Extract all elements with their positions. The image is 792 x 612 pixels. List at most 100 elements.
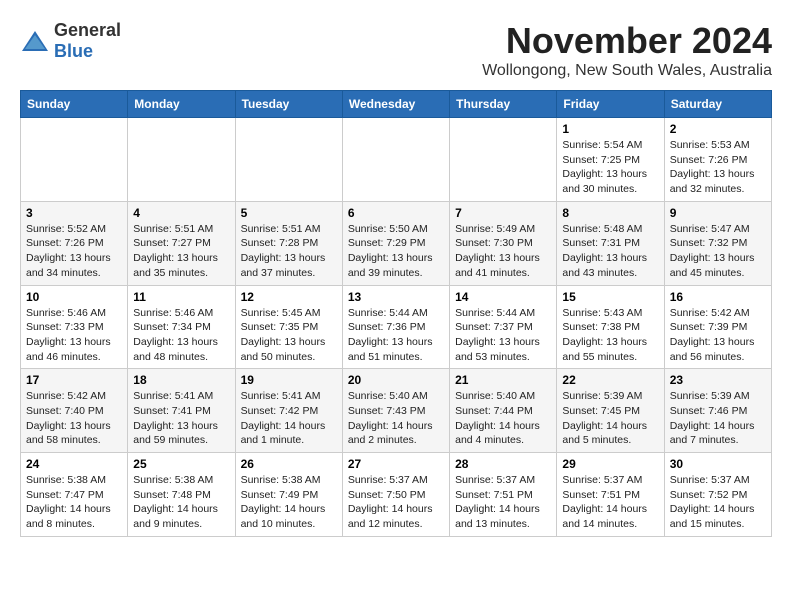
calendar-cell xyxy=(21,118,128,202)
day-number: 28 xyxy=(455,457,551,471)
day-number: 24 xyxy=(26,457,122,471)
day-info: Sunrise: 5:41 AM Sunset: 7:41 PM Dayligh… xyxy=(133,389,229,448)
calendar-cell: 29 Sunrise: 5:37 AM Sunset: 7:51 PM Dayli… xyxy=(557,453,664,537)
day-number: 5 xyxy=(241,206,337,220)
day-number: 3 xyxy=(26,206,122,220)
day-info: Sunrise: 5:44 AM Sunset: 7:36 PM Dayligh… xyxy=(348,306,444,365)
calendar-cell: 3 Sunrise: 5:52 AM Sunset: 7:26 PM Daylig… xyxy=(21,201,128,285)
day-number: 9 xyxy=(670,206,766,220)
day-info: Sunrise: 5:40 AM Sunset: 7:43 PM Dayligh… xyxy=(348,389,444,448)
day-info: Sunrise: 5:37 AM Sunset: 7:50 PM Dayligh… xyxy=(348,473,444,532)
weekday-header-thursday: Thursday xyxy=(450,91,557,118)
weekday-header-row: SundayMondayTuesdayWednesdayThursdayFrid… xyxy=(21,91,772,118)
calendar-cell: 22 Sunrise: 5:39 AM Sunset: 7:45 PM Dayli… xyxy=(557,369,664,453)
calendar-cell: 19 Sunrise: 5:41 AM Sunset: 7:42 PM Dayli… xyxy=(235,369,342,453)
calendar-cell xyxy=(128,118,235,202)
calendar-week-2: 3 Sunrise: 5:52 AM Sunset: 7:26 PM Daylig… xyxy=(21,201,772,285)
day-number: 14 xyxy=(455,290,551,304)
day-number: 13 xyxy=(348,290,444,304)
calendar-cell: 9 Sunrise: 5:47 AM Sunset: 7:32 PM Daylig… xyxy=(664,201,771,285)
day-number: 20 xyxy=(348,373,444,387)
calendar-cell: 11 Sunrise: 5:46 AM Sunset: 7:34 PM Dayli… xyxy=(128,285,235,369)
calendar-cell: 18 Sunrise: 5:41 AM Sunset: 7:41 PM Dayli… xyxy=(128,369,235,453)
day-info: Sunrise: 5:37 AM Sunset: 7:52 PM Dayligh… xyxy=(670,473,766,532)
day-info: Sunrise: 5:43 AM Sunset: 7:38 PM Dayligh… xyxy=(562,306,658,365)
day-number: 1 xyxy=(562,122,658,136)
location-title: Wollongong, New South Wales, Australia xyxy=(482,62,772,80)
day-info: Sunrise: 5:39 AM Sunset: 7:46 PM Dayligh… xyxy=(670,389,766,448)
calendar-cell: 4Sunrise: 5:51 AM Sunset: 7:27 PM Daylig… xyxy=(128,201,235,285)
calendar-cell: 25 Sunrise: 5:38 AM Sunset: 7:48 PM Dayli… xyxy=(128,453,235,537)
day-number: 23 xyxy=(670,373,766,387)
day-number: 22 xyxy=(562,373,658,387)
day-number: 29 xyxy=(562,457,658,471)
calendar-week-5: 24 Sunrise: 5:38 AM Sunset: 7:47 PM Dayli… xyxy=(21,453,772,537)
day-number: 16 xyxy=(670,290,766,304)
calendar-cell: 16 Sunrise: 5:42 AM Sunset: 7:39 PM Dayli… xyxy=(664,285,771,369)
day-info: Sunrise: 5:46 AM Sunset: 7:34 PM Dayligh… xyxy=(133,306,229,365)
calendar-cell: 15 Sunrise: 5:43 AM Sunset: 7:38 PM Dayli… xyxy=(557,285,664,369)
day-info: Sunrise: 5:38 AM Sunset: 7:47 PM Dayligh… xyxy=(26,473,122,532)
calendar-cell: 7 Sunrise: 5:49 AM Sunset: 7:30 PM Daylig… xyxy=(450,201,557,285)
day-info: Sunrise: 5:52 AM Sunset: 7:26 PM Dayligh… xyxy=(26,222,122,281)
day-info: Sunrise: 5:41 AM Sunset: 7:42 PM Dayligh… xyxy=(241,389,337,448)
day-info: Sunrise: 5:38 AM Sunset: 7:48 PM Dayligh… xyxy=(133,473,229,532)
title-section: November 2024 Wollongong, New South Wale… xyxy=(482,20,772,80)
weekday-header-friday: Friday xyxy=(557,91,664,118)
calendar-cell: 24 Sunrise: 5:38 AM Sunset: 7:47 PM Dayli… xyxy=(21,453,128,537)
calendar-cell xyxy=(342,118,449,202)
day-info: Sunrise: 5:51 AM Sunset: 7:28 PM Dayligh… xyxy=(241,222,337,281)
day-number: 27 xyxy=(348,457,444,471)
day-info: Sunrise: 5:44 AM Sunset: 7:37 PM Dayligh… xyxy=(455,306,551,365)
calendar-cell: 28 Sunrise: 5:37 AM Sunset: 7:51 PM Dayli… xyxy=(450,453,557,537)
logo-general: General xyxy=(54,20,121,40)
calendar-table: SundayMondayTuesdayWednesdayThursdayFrid… xyxy=(20,90,772,537)
calendar-cell xyxy=(235,118,342,202)
calendar-cell xyxy=(450,118,557,202)
day-info: Sunrise: 5:50 AM Sunset: 7:29 PM Dayligh… xyxy=(348,222,444,281)
day-info: Sunrise: 5:37 AM Sunset: 7:51 PM Dayligh… xyxy=(455,473,551,532)
day-info: Sunrise: 5:37 AM Sunset: 7:51 PM Dayligh… xyxy=(562,473,658,532)
day-info: Sunrise: 5:47 AM Sunset: 7:32 PM Dayligh… xyxy=(670,222,766,281)
day-info: Sunrise: 5:39 AM Sunset: 7:45 PM Dayligh… xyxy=(562,389,658,448)
calendar-cell: 23 Sunrise: 5:39 AM Sunset: 7:46 PM Dayli… xyxy=(664,369,771,453)
day-number: 17 xyxy=(26,373,122,387)
day-number: 7 xyxy=(455,206,551,220)
calendar-cell: 12Sunrise: 5:45 AM Sunset: 7:35 PM Dayli… xyxy=(235,285,342,369)
day-info: Sunrise: 5:49 AM Sunset: 7:30 PM Dayligh… xyxy=(455,222,551,281)
calendar-cell: 10Sunrise: 5:46 AM Sunset: 7:33 PM Dayli… xyxy=(21,285,128,369)
day-number: 21 xyxy=(455,373,551,387)
weekday-header-wednesday: Wednesday xyxy=(342,91,449,118)
day-number: 18 xyxy=(133,373,229,387)
day-number: 11 xyxy=(133,290,229,304)
calendar-cell: 27 Sunrise: 5:37 AM Sunset: 7:50 PM Dayli… xyxy=(342,453,449,537)
day-number: 26 xyxy=(241,457,337,471)
calendar-cell: 30Sunrise: 5:37 AM Sunset: 7:52 PM Dayli… xyxy=(664,453,771,537)
day-number: 15 xyxy=(562,290,658,304)
day-info: Sunrise: 5:53 AM Sunset: 7:26 PM Dayligh… xyxy=(670,138,766,197)
weekday-header-saturday: Saturday xyxy=(664,91,771,118)
day-number: 6 xyxy=(348,206,444,220)
logo-icon xyxy=(20,29,50,53)
weekday-header-monday: Monday xyxy=(128,91,235,118)
calendar-cell: 1 Sunrise: 5:54 AM Sunset: 7:25 PM Daylig… xyxy=(557,118,664,202)
day-info: Sunrise: 5:42 AM Sunset: 7:40 PM Dayligh… xyxy=(26,389,122,448)
day-number: 25 xyxy=(133,457,229,471)
calendar-week-4: 17 Sunrise: 5:42 AM Sunset: 7:40 PM Dayli… xyxy=(21,369,772,453)
logo-blue: Blue xyxy=(54,41,93,61)
calendar-cell: 5 Sunrise: 5:51 AM Sunset: 7:28 PM Daylig… xyxy=(235,201,342,285)
day-info: Sunrise: 5:45 AM Sunset: 7:35 PM Dayligh… xyxy=(241,306,337,365)
logo-text: General Blue xyxy=(54,20,121,62)
calendar-cell: 14 Sunrise: 5:44 AM Sunset: 7:37 PM Dayli… xyxy=(450,285,557,369)
calendar-cell: 20 Sunrise: 5:40 AM Sunset: 7:43 PM Dayli… xyxy=(342,369,449,453)
weekday-header-tuesday: Tuesday xyxy=(235,91,342,118)
day-info: Sunrise: 5:54 AM Sunset: 7:25 PM Dayligh… xyxy=(562,138,658,197)
day-info: Sunrise: 5:42 AM Sunset: 7:39 PM Dayligh… xyxy=(670,306,766,365)
day-info: Sunrise: 5:38 AM Sunset: 7:49 PM Dayligh… xyxy=(241,473,337,532)
calendar-cell: 2Sunrise: 5:53 AM Sunset: 7:26 PM Daylig… xyxy=(664,118,771,202)
day-info: Sunrise: 5:51 AM Sunset: 7:27 PM Dayligh… xyxy=(133,222,229,281)
calendar-cell: 26 Sunrise: 5:38 AM Sunset: 7:49 PM Dayli… xyxy=(235,453,342,537)
day-number: 19 xyxy=(241,373,337,387)
logo: General Blue xyxy=(20,20,121,62)
calendar-week-1: 1 Sunrise: 5:54 AM Sunset: 7:25 PM Daylig… xyxy=(21,118,772,202)
